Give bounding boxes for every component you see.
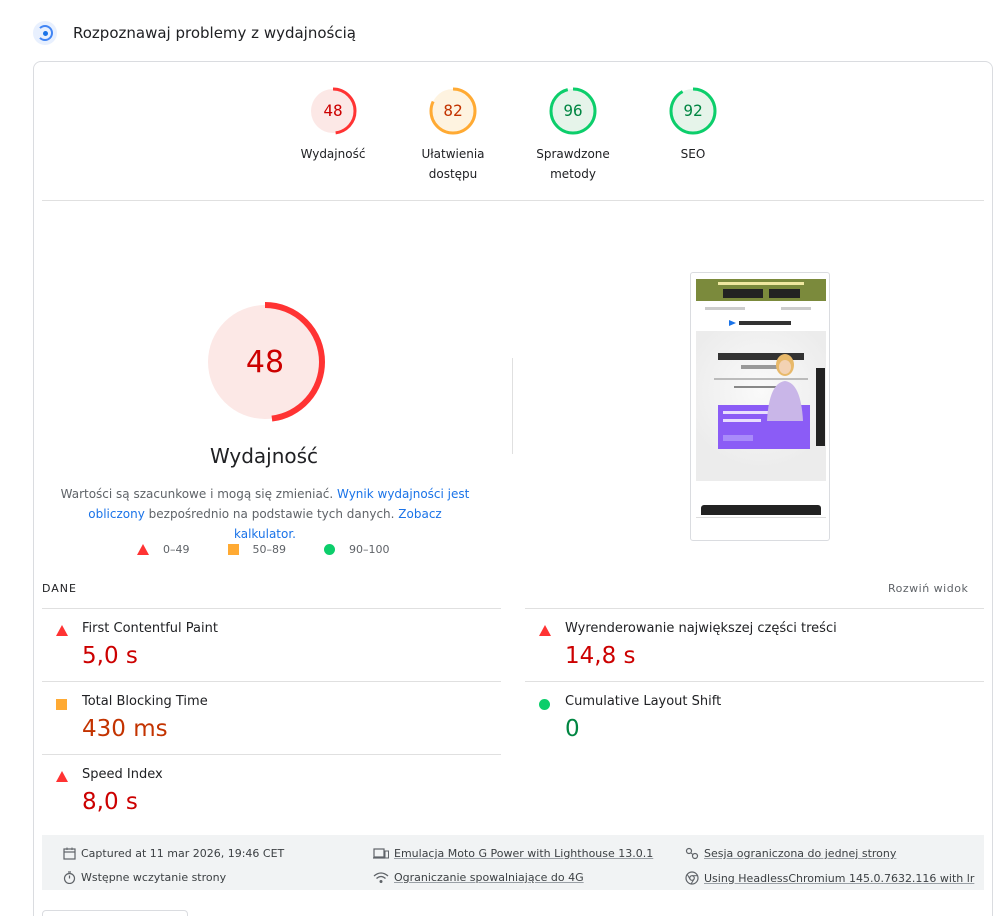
gauge-score: 82 bbox=[443, 101, 462, 120]
gauge-ring: 48 bbox=[309, 87, 357, 135]
devices-icon bbox=[373, 848, 389, 859]
legend-pass: 90–100 bbox=[324, 543, 390, 556]
divider bbox=[42, 200, 984, 201]
metric-si: Speed Index 8,0 s bbox=[42, 754, 501, 827]
gauge-label: Sprawdzone metody bbox=[536, 147, 610, 181]
metric-name: Wyrenderowanie największej części treści bbox=[565, 621, 837, 636]
performance-title: Wydajność bbox=[209, 444, 319, 468]
throttling-info[interactable]: Ograniczanie spowalniające do 4G bbox=[373, 871, 584, 884]
gauge-ring: 92 bbox=[669, 87, 717, 135]
gauge-label: Ułatwienia dostępu bbox=[421, 147, 485, 181]
gauge-ring: 96 bbox=[549, 87, 597, 135]
triangle-icon bbox=[56, 625, 68, 636]
gauge-score: 48 bbox=[323, 101, 342, 120]
metric-tbt: Total Blocking Time 430 ms bbox=[42, 681, 501, 754]
chrome-icon bbox=[685, 871, 699, 885]
emulation-info[interactable]: Emulacja Moto G Power with Lighthouse 13… bbox=[373, 847, 653, 860]
section-header: Rozpoznawaj problemy z wydajnością bbox=[33, 20, 356, 46]
metric-name: Speed Index bbox=[82, 767, 163, 782]
gauge-performance[interactable]: 48 Wydajność bbox=[288, 86, 378, 164]
metric-value: 14,8 s bbox=[565, 643, 636, 669]
metric-value: 430 ms bbox=[82, 716, 168, 742]
session-icon bbox=[685, 847, 699, 860]
captured-info: Captured at 11 mar 2026, 19:46 CET bbox=[63, 847, 284, 860]
page-screenshot-thumbnail[interactable] bbox=[690, 272, 830, 541]
performance-description: Wartości są szacunkowe i mogą się zmieni… bbox=[60, 487, 470, 541]
calendar-icon bbox=[63, 847, 76, 860]
gauge-best-practices[interactable]: 96 Sprawdzone metody bbox=[528, 86, 618, 184]
triangle-icon bbox=[56, 771, 68, 782]
metric-value: 0 bbox=[565, 716, 580, 742]
square-icon bbox=[56, 699, 67, 710]
session-info[interactable]: Sesja ograniczona do jednej strony bbox=[685, 847, 896, 860]
bottom-button[interactable] bbox=[42, 910, 188, 916]
browser-info[interactable]: Using HeadlessChromium 145.0.7632.116 wi… bbox=[685, 871, 974, 885]
timer-icon bbox=[63, 871, 76, 884]
metric-cls: Cumulative Layout Shift 0 bbox=[525, 681, 984, 754]
legend-average: 50–89 bbox=[227, 543, 286, 556]
gauge-score: 96 bbox=[563, 101, 582, 120]
triangle-icon bbox=[137, 544, 149, 555]
preload-info: Wstępne wczytanie strony bbox=[63, 871, 226, 884]
metric-fcp: First Contentful Paint 5,0 s bbox=[42, 608, 501, 681]
metrics-label: DANE bbox=[42, 582, 77, 595]
gauge-score: 92 bbox=[683, 101, 702, 120]
circle-icon bbox=[539, 699, 550, 710]
square-icon bbox=[227, 544, 239, 555]
performance-gauge: 48 bbox=[205, 302, 325, 422]
expand-view-toggle[interactable]: Rozwiń widok bbox=[888, 582, 968, 595]
circle-icon bbox=[324, 544, 335, 555]
score-legend: 0–49 50–89 90–100 bbox=[137, 543, 428, 556]
site-logo bbox=[729, 320, 791, 326]
hero-person-image bbox=[767, 354, 803, 421]
gauge-label: Wydajność bbox=[300, 147, 366, 161]
triangle-icon bbox=[539, 625, 551, 636]
gauge-ring: 82 bbox=[429, 87, 477, 135]
vertical-separator bbox=[512, 358, 513, 454]
metric-lcp: Wyrenderowanie największej części treści… bbox=[525, 608, 984, 681]
gauge-label: SEO bbox=[680, 147, 706, 161]
metric-name: Cumulative Layout Shift bbox=[565, 694, 722, 709]
legend-fail: 0–49 bbox=[137, 543, 190, 556]
metric-name: Total Blocking Time bbox=[82, 694, 208, 709]
metric-value: 5,0 s bbox=[82, 643, 138, 669]
metric-value: 8,0 s bbox=[82, 789, 138, 815]
lighthouse-icon bbox=[33, 21, 57, 45]
wifi-icon bbox=[373, 872, 389, 883]
metric-name: First Contentful Paint bbox=[82, 621, 218, 636]
performance-score: 48 bbox=[246, 345, 284, 380]
run-info-footer: Captured at 11 mar 2026, 19:46 CET Emula… bbox=[42, 835, 984, 890]
gauge-seo[interactable]: 92 SEO bbox=[648, 86, 738, 164]
gauge-accessibility[interactable]: 82 Ułatwienia dostępu bbox=[408, 86, 498, 184]
section-title: Rozpoznawaj problemy z wydajnością bbox=[73, 24, 356, 42]
